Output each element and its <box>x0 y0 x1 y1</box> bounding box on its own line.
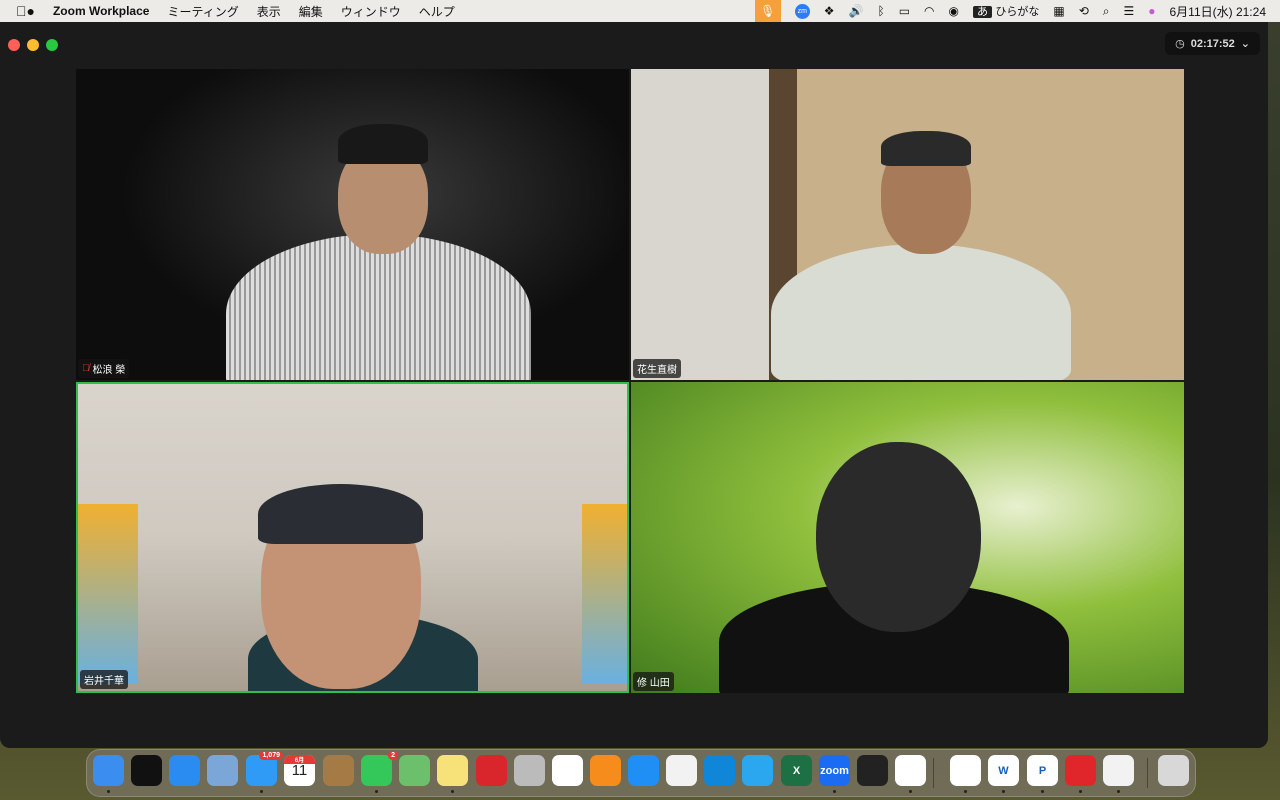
dock-excel-icon[interactable]: X <box>781 755 812 786</box>
dock-powerpoint-icon[interactable]: P <box>1027 755 1058 786</box>
dock-trash-icon[interactable] <box>1158 755 1189 786</box>
menu-edit[interactable]: 編集 <box>299 3 323 20</box>
menu-window[interactable]: ウィンドウ <box>341 3 401 20</box>
timer-value: 02:17:52 <box>1190 37 1235 50</box>
dock-launchpad-icon[interactable] <box>514 755 545 786</box>
participant-name-label: 修 山田 <box>633 672 674 691</box>
menu-app-name[interactable]: Zoom Workplace <box>53 4 149 18</box>
running-indicator <box>1079 790 1082 793</box>
datetime[interactable]: 6月11日(水) 21:24 <box>1170 3 1267 20</box>
running-indicator <box>909 790 912 793</box>
calendar-month: 6月 <box>284 755 315 764</box>
fullscreen-button[interactable] <box>46 39 58 51</box>
dock-prism-icon[interactable] <box>857 755 888 786</box>
dock-printer-icon[interactable] <box>1103 755 1134 786</box>
participant-name: 花生直樹 <box>637 365 677 376</box>
video-tile[interactable]: 🎙̸ 松浪 榮 <box>76 69 629 380</box>
dock-icon-label: P <box>1038 764 1047 777</box>
video-tile[interactable]: 修 山田 <box>631 382 1184 693</box>
dock-skype-2-icon[interactable] <box>742 755 773 786</box>
running-indicator <box>260 790 263 793</box>
dock-preview-icon[interactable] <box>207 755 238 786</box>
dock-trend-micro-icon[interactable] <box>1065 755 1096 786</box>
dock-icon-label: 11 <box>291 762 308 779</box>
bluetooth-icon[interactable]: ᛒ <box>877 4 884 18</box>
participant-name-label: 🎙̸ 松浪 榮 <box>78 359 130 378</box>
dock-word-icon[interactable]: W <box>988 755 1019 786</box>
minimize-button[interactable] <box>27 39 39 51</box>
keyboard-icon[interactable]: ▦ <box>1053 4 1064 18</box>
dock-maps-icon[interactable] <box>399 755 430 786</box>
ime-badge[interactable]: あ <box>973 6 992 18</box>
user-icon[interactable]: ◉ <box>949 4 959 18</box>
participant-name: 修 山田 <box>637 678 670 689</box>
participant-name-label: 岩井千華 <box>80 670 128 689</box>
ime-label[interactable]: ひらがな <box>995 6 1039 18</box>
siri-icon[interactable]: ● <box>1148 4 1155 18</box>
participant-video <box>226 234 531 380</box>
video-tile-active-speaker[interactable]: 岩井千華 <box>76 382 629 693</box>
dock-mission-control-icon[interactable] <box>131 755 162 786</box>
menu-help[interactable]: ヘルプ <box>419 3 455 20</box>
participant-name-label: 花生直樹 <box>633 359 681 378</box>
dock-books-icon[interactable] <box>590 755 621 786</box>
dock-messenger-icon[interactable] <box>895 755 926 786</box>
close-button[interactable] <box>8 39 20 51</box>
notification-badge: 2 <box>388 751 398 760</box>
apple-icon[interactable]: ● <box>16 3 35 19</box>
running-indicator <box>964 790 967 793</box>
wifi-icon[interactable]: ◠ <box>924 4 934 18</box>
dock-photos-icon[interactable] <box>552 755 583 786</box>
running-indicator <box>1117 790 1120 793</box>
dock-messages-icon[interactable]: 2 <box>361 751 398 786</box>
muted-mic-icon: 🎙̸ <box>82 363 90 374</box>
menu-view[interactable]: 表示 <box>257 3 281 20</box>
volume-icon[interactable]: 🔊 <box>849 4 864 18</box>
running-indicator <box>1041 790 1044 793</box>
clock-icon: ◷ <box>1175 38 1185 50</box>
zoom-status-icon[interactable]: zm <box>794 3 810 19</box>
dock: 1,079 11 6月 2 Xzoom W P <box>86 749 1196 797</box>
dock-mail-icon[interactable]: 1,079 <box>246 751 283 786</box>
dock-notes-icon[interactable] <box>437 755 468 786</box>
participant-video <box>771 244 1071 380</box>
running-indicator <box>833 790 836 793</box>
dock-icon-label: W <box>998 764 1009 777</box>
dock-contacts-icon[interactable] <box>323 755 354 786</box>
running-indicator <box>1002 790 1005 793</box>
time-machine-icon[interactable]: ⟲ <box>1079 4 1089 18</box>
dock-calendar-icon[interactable]: 11 6月 <box>284 755 315 786</box>
notification-badge: 1,079 <box>259 751 283 760</box>
zoom-meeting-window: ◷ 02:17:52 ⌄ 🎙̸ 松浪 榮 花生直樹 岩井千華 修 山田 <box>0 22 1268 748</box>
running-indicator <box>107 790 110 793</box>
participant-name: 松浪 榮 <box>92 365 126 376</box>
dock-safari-icon[interactable] <box>169 755 200 786</box>
dock-separator <box>1147 758 1148 788</box>
search-icon[interactable]: ⌕ <box>1103 4 1110 19</box>
dock-photo-booth-icon[interactable] <box>476 755 507 786</box>
chevron-down-icon: ⌄ <box>1240 38 1250 50</box>
menu-meeting[interactable]: ミーティング <box>167 3 238 20</box>
running-indicator <box>451 790 454 793</box>
dock-icon-label: zoom <box>820 764 849 777</box>
dock-app-store-icon[interactable] <box>628 755 659 786</box>
dock-zoom-icon[interactable]: zoom <box>819 755 850 786</box>
dropbox-icon[interactable]: ❖ <box>824 4 835 18</box>
dock-skype-icon[interactable] <box>704 755 735 786</box>
dock-chrome-icon[interactable] <box>950 755 981 786</box>
video-tile[interactable]: 花生直樹 <box>631 69 1184 380</box>
battery-icon[interactable]: ▭ <box>899 4 910 18</box>
participant-name: 岩井千華 <box>84 676 124 687</box>
running-indicator <box>375 790 378 793</box>
dock-icon-label: X <box>792 764 801 777</box>
microphone-icon[interactable]: 🎙 <box>754 0 781 22</box>
dock-finder-icon[interactable] <box>93 755 124 786</box>
dock-separator <box>933 758 934 788</box>
meeting-timer[interactable]: ◷ 02:17:52 ⌄ <box>1165 32 1260 55</box>
menu-bar: ● Zoom Workplace ミーティング 表示 編集 ウィンドウ ヘルプ… <box>0 0 1280 22</box>
control-center-icon[interactable]: ☰ <box>1123 4 1134 18</box>
dock-reminders-icon[interactable] <box>666 755 697 786</box>
